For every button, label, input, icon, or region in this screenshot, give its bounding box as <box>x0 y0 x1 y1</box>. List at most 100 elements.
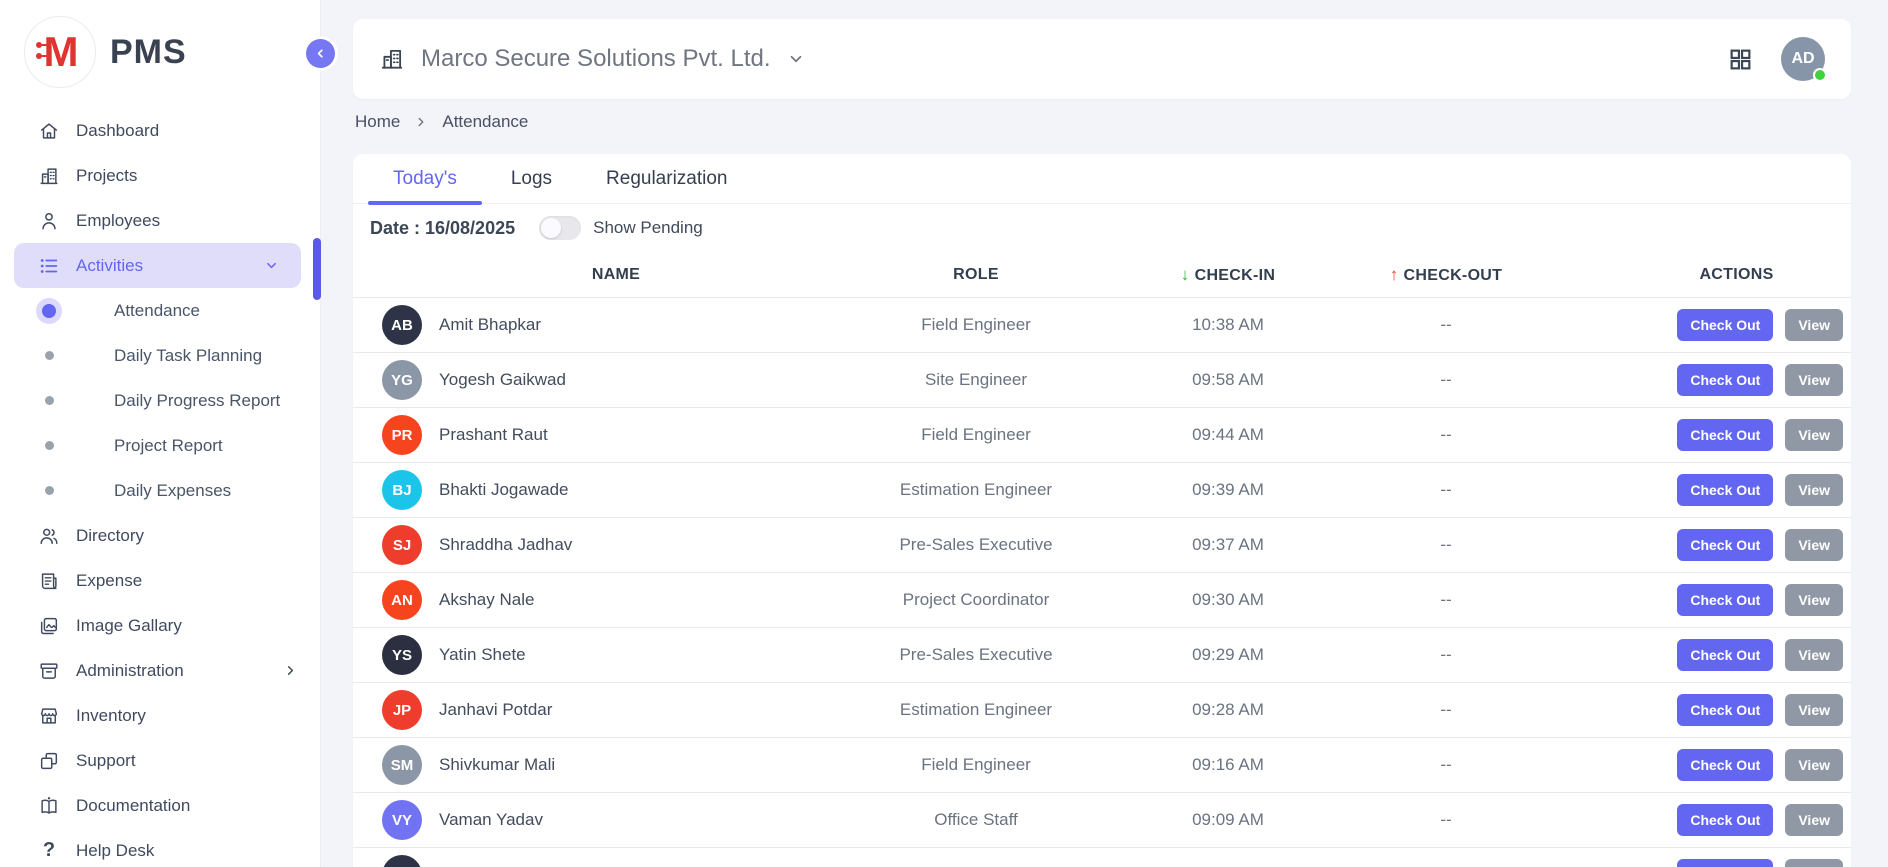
view-button[interactable]: View <box>1785 804 1843 836</box>
view-button[interactable]: View <box>1785 694 1843 726</box>
employee-role: Pre-Sales Executive <box>802 645 1150 665</box>
sidebar-item-employees[interactable]: Employees <box>0 198 320 243</box>
people-icon <box>36 525 62 547</box>
sidebar-item-label: Image Gallary <box>76 616 182 636</box>
sidebar-subitem-daily-task-planning[interactable]: Daily Task Planning <box>0 333 320 378</box>
checkin-time: 10:38 AM <box>1150 315 1306 335</box>
view-button[interactable]: View <box>1785 474 1843 506</box>
header-actions: AD <box>1728 37 1825 81</box>
attendance-card: Today's Logs Regularization Date : 16/08… <box>353 154 1851 867</box>
column-header-checkout[interactable]: ↑CHECK-OUT <box>1306 265 1586 285</box>
sidebar-item-image-gallery[interactable]: Image Gallary <box>0 603 320 648</box>
user-avatar[interactable]: AD <box>1781 37 1825 81</box>
column-header-actions: ACTIONS <box>1586 266 1843 284</box>
sidebar-item-inventory[interactable]: Inventory <box>0 693 320 738</box>
sidebar-subitem-label: Attendance <box>114 301 200 321</box>
sidebar-item-label: Administration <box>76 661 184 681</box>
sidebar-item-administration[interactable]: Administration <box>0 648 320 693</box>
sidebar-subitem-attendance[interactable]: Attendance <box>0 288 320 333</box>
checkin-time: 09:30 AM <box>1150 590 1306 610</box>
check-out-button[interactable]: Check Out <box>1677 309 1773 341</box>
employee-initials: YS <box>392 647 412 664</box>
check-out-button[interactable]: Check Out <box>1677 529 1773 561</box>
office-building-icon <box>379 46 405 72</box>
home-icon <box>36 120 62 142</box>
image-icon <box>36 615 62 637</box>
employee-role: Site Engineer <box>802 370 1150 390</box>
tab-regularization[interactable]: Regularization <box>579 154 754 203</box>
sidebar-item-support[interactable]: Support <box>0 738 320 783</box>
checkout-time: -- <box>1306 755 1586 775</box>
sidebar-item-projects[interactable]: Projects <box>0 153 320 198</box>
chevron-left-icon <box>314 47 327 60</box>
sidebar-subitem-project-report[interactable]: Project Report <box>0 423 320 468</box>
sidebar-item-directory[interactable]: Directory <box>0 513 320 558</box>
filter-row: Date : 16/08/2025 Show Pending <box>353 204 1851 252</box>
book-icon <box>36 795 62 817</box>
employee-initials: AB <box>391 317 413 334</box>
check-out-button[interactable]: Check Out <box>1677 419 1773 451</box>
breadcrumb-current: Attendance <box>442 112 528 132</box>
main-area: Marco Secure Solutions Pvt. Ltd. AD Home… <box>321 0 1888 867</box>
row-actions: Check Out View <box>1586 529 1843 561</box>
employee-name: Amit Bhapkar <box>430 315 802 335</box>
breadcrumb-home[interactable]: Home <box>355 112 400 132</box>
view-button[interactable]: View <box>1785 859 1843 867</box>
top-header: Marco Secure Solutions Pvt. Ltd. AD <box>353 19 1851 99</box>
view-button[interactable]: View <box>1785 639 1843 671</box>
view-button[interactable]: View <box>1785 749 1843 781</box>
employee-role: Field Engineer <box>802 755 1150 775</box>
check-out-button[interactable]: Check Out <box>1677 639 1773 671</box>
employee-avatar: AN <box>382 580 422 620</box>
sidebar-subitem-daily-progress-report[interactable]: Daily Progress Report <box>0 378 320 423</box>
check-out-button[interactable]: Check Out <box>1677 749 1773 781</box>
view-button[interactable]: View <box>1785 584 1843 616</box>
bullet-dot-icon <box>36 396 62 405</box>
tab-logs[interactable]: Logs <box>484 154 579 203</box>
sidebar-item-activities[interactable]: Activities <box>14 243 301 288</box>
checkout-time: -- <box>1306 535 1586 555</box>
check-out-button[interactable]: Check Out <box>1677 584 1773 616</box>
view-button[interactable]: View <box>1785 529 1843 561</box>
employee-role: Office Staff <box>802 810 1150 830</box>
chevron-down-icon <box>264 258 279 273</box>
sidebar-item-label: Help Desk <box>76 841 154 861</box>
sidebar-item-expense[interactable]: Expense <box>0 558 320 603</box>
check-out-button[interactable]: Check Out <box>1677 859 1773 867</box>
sidebar-collapse-button[interactable] <box>306 39 335 68</box>
check-out-button[interactable]: Check Out <box>1677 474 1773 506</box>
sidebar-subitem-label: Daily Expenses <box>114 481 231 501</box>
sidebar-item-dashboard[interactable]: Dashboard <box>0 108 320 153</box>
company-selector[interactable]: Marco Secure Solutions Pvt. Ltd. <box>379 45 805 73</box>
check-out-button[interactable]: Check Out <box>1677 364 1773 396</box>
apps-grid-icon[interactable] <box>1728 47 1753 72</box>
bullet-dot-icon <box>36 486 62 495</box>
employee-name: Vaman Yadav <box>430 810 802 830</box>
employee-avatar: PR <box>382 415 422 455</box>
sidebar-subitem-label: Daily Progress Report <box>114 391 280 411</box>
tab-todays[interactable]: Today's <box>366 154 484 203</box>
chevron-down-icon <box>787 50 805 68</box>
view-button[interactable]: View <box>1785 309 1843 341</box>
active-dot-icon <box>36 304 62 318</box>
column-header-name[interactable]: NAME <box>430 266 802 284</box>
column-header-role[interactable]: ROLE <box>802 266 1150 284</box>
row-actions: Check Out View <box>1586 639 1843 671</box>
sidebar-subitem-daily-expenses[interactable]: Daily Expenses <box>0 468 320 513</box>
sidebar-item-documentation[interactable]: Documentation <box>0 783 320 828</box>
row-actions: Check Out View <box>1586 419 1843 451</box>
check-out-button[interactable]: Check Out <box>1677 804 1773 836</box>
column-header-checkin[interactable]: ↓CHECK-IN <box>1150 265 1306 285</box>
sidebar-scrollbar[interactable] <box>313 238 321 300</box>
employee-name: Shraddha Jadhav <box>430 535 802 555</box>
sidebar-item-help-desk[interactable]: ? Help Desk <box>0 828 320 867</box>
check-out-button[interactable]: Check Out <box>1677 694 1773 726</box>
view-button[interactable]: View <box>1785 364 1843 396</box>
checkin-time: 09:44 AM <box>1150 425 1306 445</box>
show-pending-toggle[interactable] <box>539 216 581 240</box>
checkout-time: -- <box>1306 480 1586 500</box>
checkout-time: -- <box>1306 370 1586 390</box>
view-button[interactable]: View <box>1785 419 1843 451</box>
sidebar-subitem-label: Project Report <box>114 436 223 456</box>
employee-role: Estimation Engineer <box>802 700 1150 720</box>
